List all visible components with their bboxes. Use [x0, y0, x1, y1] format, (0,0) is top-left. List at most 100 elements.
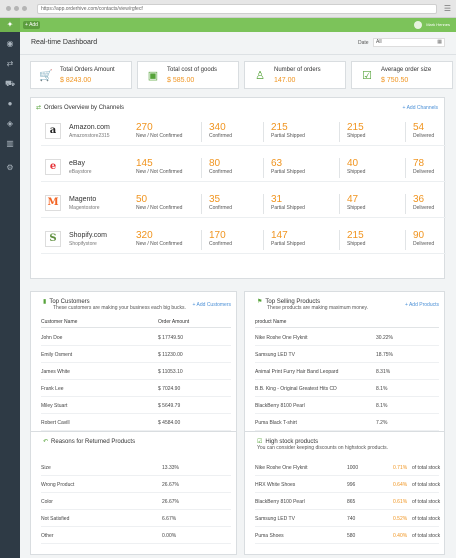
- channel-name[interactable]: Magento: [69, 196, 96, 203]
- orderhive-logo-icon[interactable]: ✦: [0, 18, 20, 32]
- stock-product-name[interactable]: Nike Roshe One Flyknit: [255, 460, 308, 476]
- minimize-window-dot[interactable]: [14, 6, 19, 11]
- calendar-icon[interactable]: ▦: [437, 39, 442, 46]
- stock-product-name[interactable]: BlackBerry 8100 Pearl: [255, 494, 305, 510]
- customer-name[interactable]: Emily Osment: [41, 347, 72, 363]
- table-row[interactable]: Miley Stuart $ 5649.79: [41, 398, 231, 414]
- stock-product-name[interactable]: Samsung LED TV: [255, 511, 295, 527]
- table-row[interactable]: Robert Cavill $ 4584.00: [41, 415, 231, 431]
- add-channels-link[interactable]: + Add Channels: [403, 105, 438, 111]
- table-row[interactable]: James White $ 11053.10: [41, 364, 231, 380]
- product-name[interactable]: BlackBerry 8100 Pearl: [255, 398, 305, 414]
- table-row[interactable]: Animal Print Furry Hair Band Leopard 8.31…: [255, 364, 439, 380]
- channel-row[interactable]: S Shopify.com Shopifystore 320 New / Not Con…: [41, 226, 446, 254]
- channel-stat[interactable]: 50 New / Not Confirmed: [136, 194, 182, 212]
- chart-icon[interactable]: ▥: [0, 139, 20, 149]
- table-row[interactable]: Puma Black T-shirt 7.2%: [255, 415, 439, 431]
- stat-divider: [405, 230, 406, 250]
- channel-stat[interactable]: 78 Delivered: [413, 158, 434, 176]
- add-button[interactable]: + Add: [23, 21, 40, 29]
- channel-stat[interactable]: 320 New / Not Confirmed: [136, 230, 182, 248]
- table-row[interactable]: Size 13.33%: [41, 460, 231, 476]
- product-name[interactable]: Samsung LED TV: [255, 347, 295, 363]
- table-row[interactable]: Nike Roshe One Flyknit 30.22%: [255, 330, 439, 346]
- customer-name[interactable]: James White: [41, 364, 70, 380]
- channel-stat[interactable]: 340 Confirmed: [209, 122, 232, 140]
- product-name[interactable]: Animal Print Furry Hair Band Leopard: [255, 364, 338, 380]
- table-row[interactable]: Nike Roshe One Flyknit 1000 0.71% of total …: [255, 460, 441, 476]
- stock-suffix: of total stock: [412, 465, 441, 471]
- stock-product-name[interactable]: Puma Shoes: [255, 528, 284, 544]
- user-name[interactable]: Mark Hennes: [426, 22, 450, 28]
- channel-stat[interactable]: 36 Delivered: [413, 194, 434, 212]
- avatar[interactable]: [414, 21, 422, 29]
- stock-product-name[interactable]: HRX White Shoes: [255, 477, 295, 493]
- column-header[interactable]: Customer Name: [41, 316, 77, 328]
- channel-name[interactable]: Amazon.com: [69, 124, 110, 131]
- channel-row[interactable]: a Amazon.com Amazonstore2315 270 New / Not C…: [41, 118, 446, 146]
- channel-stat[interactable]: 40 Shipped: [347, 158, 365, 176]
- dropbox-icon[interactable]: ◈: [0, 119, 20, 129]
- table-row[interactable]: Color 26.67%: [41, 494, 231, 510]
- channel-stat[interactable]: 147 Partial Shipped: [271, 230, 305, 248]
- table-row[interactable]: Puma Shoes 580 0.40% of total stock: [255, 528, 440, 544]
- product-name[interactable]: Puma Black T-shirt: [255, 415, 297, 431]
- page-title: Real-time Dashboard: [31, 39, 98, 46]
- channel-stat[interactable]: 90 Delivered: [413, 230, 434, 248]
- channel-stat[interactable]: 54 Delivered: [413, 122, 434, 140]
- user-icon[interactable]: ●: [0, 99, 20, 109]
- column-header[interactable]: product Name: [255, 316, 286, 328]
- channel-stat[interactable]: 215 Shipped: [347, 122, 365, 140]
- date-filter-select[interactable]: All ▦: [373, 38, 445, 47]
- table-row[interactable]: BlackBerry 8100 Pearl 865 0.61% of total st…: [255, 494, 440, 510]
- table-row[interactable]: Samsung LED TV 18.75%: [255, 347, 439, 363]
- channel-stat[interactable]: 270 New / Not Confirmed: [136, 122, 182, 140]
- table-row[interactable]: B.B. King - Original Greatest Hits CD 8.1…: [255, 381, 439, 397]
- table-row[interactable]: Frank Lee $ 7024.90: [41, 381, 231, 397]
- customer-name[interactable]: Robert Cavill: [41, 415, 70, 431]
- channel-name[interactable]: eBay: [69, 160, 85, 167]
- close-window-dot[interactable]: [6, 6, 11, 11]
- channel-stat[interactable]: 31 Partial Shipped: [271, 194, 305, 212]
- channel-stat[interactable]: 170 Confirmed: [209, 230, 232, 248]
- table-row[interactable]: Emily Osment $ 11230.00: [41, 347, 231, 363]
- channel-stat[interactable]: 215 Shipped: [347, 230, 365, 248]
- customer-name[interactable]: John Doe: [41, 330, 62, 346]
- table-row[interactable]: Wrong Product 26.67%: [41, 477, 231, 493]
- table-row[interactable]: HRX White Shoes 996 0.64% of total stock: [255, 477, 440, 493]
- product-name[interactable]: B.B. King - Original Greatest Hits CD: [255, 381, 337, 397]
- cart-icon[interactable]: ⛟: [0, 79, 20, 89]
- stock-quantity: 996: [347, 482, 356, 488]
- address-bar[interactable]: https://app.orderhive.com/contacts/view/…: [37, 4, 437, 14]
- table-row[interactable]: Not Satisfied 6.67%: [41, 511, 231, 527]
- maximize-window-dot[interactable]: [22, 6, 27, 11]
- stat-value: 270: [136, 122, 153, 133]
- channel-stat[interactable]: 145 New / Not Confirmed: [136, 158, 182, 176]
- channel-stat[interactable]: 47 Shipped: [347, 194, 365, 212]
- table-row[interactable]: Samsung LED TV 740 0.52% of total stock: [255, 511, 440, 527]
- stat-value: 215: [347, 230, 364, 241]
- channel-stat[interactable]: 35 Confirmed: [209, 194, 232, 212]
- channel-stat[interactable]: 80 Confirmed: [209, 158, 232, 176]
- channel-name[interactable]: Shopify.com: [69, 232, 107, 239]
- dashboard-icon[interactable]: ◉: [0, 39, 20, 49]
- channel-stat[interactable]: 63 Partial Shipped: [271, 158, 305, 176]
- stat-label: Confirmed: [209, 133, 233, 139]
- customer-name[interactable]: Frank Lee: [41, 381, 64, 397]
- column-header[interactable]: Order Amount: [158, 316, 189, 328]
- table-row[interactable]: BlackBerry 8100 Pearl 8.1%: [255, 398, 439, 414]
- shuffle-icon[interactable]: ⇄: [0, 59, 20, 69]
- channel-stat[interactable]: 215 Partial Shipped: [271, 122, 305, 140]
- table-row[interactable]: John Doe $ 17749.50: [41, 330, 231, 346]
- product-name[interactable]: Nike Roshe One Flyknit: [255, 330, 308, 346]
- customer-name[interactable]: Miley Stuart: [41, 398, 67, 414]
- stat-value: 145: [136, 158, 153, 169]
- table-row[interactable]: Other 0.00%: [41, 528, 231, 544]
- hamburger-icon[interactable]: ☰: [444, 4, 451, 14]
- add-customers-link[interactable]: + Add Customers: [193, 302, 232, 308]
- stat-label: Delivered: [413, 169, 435, 175]
- channel-row[interactable]: M Magento Magentostore 50 New / Not Confirme…: [41, 190, 446, 218]
- channel-row[interactable]: e eBay eBaystore 145 New / Not Confirmed 80 Co…: [41, 154, 446, 182]
- add-products-link[interactable]: + Add Products: [405, 302, 439, 308]
- gear-icon[interactable]: ⚙: [0, 163, 20, 173]
